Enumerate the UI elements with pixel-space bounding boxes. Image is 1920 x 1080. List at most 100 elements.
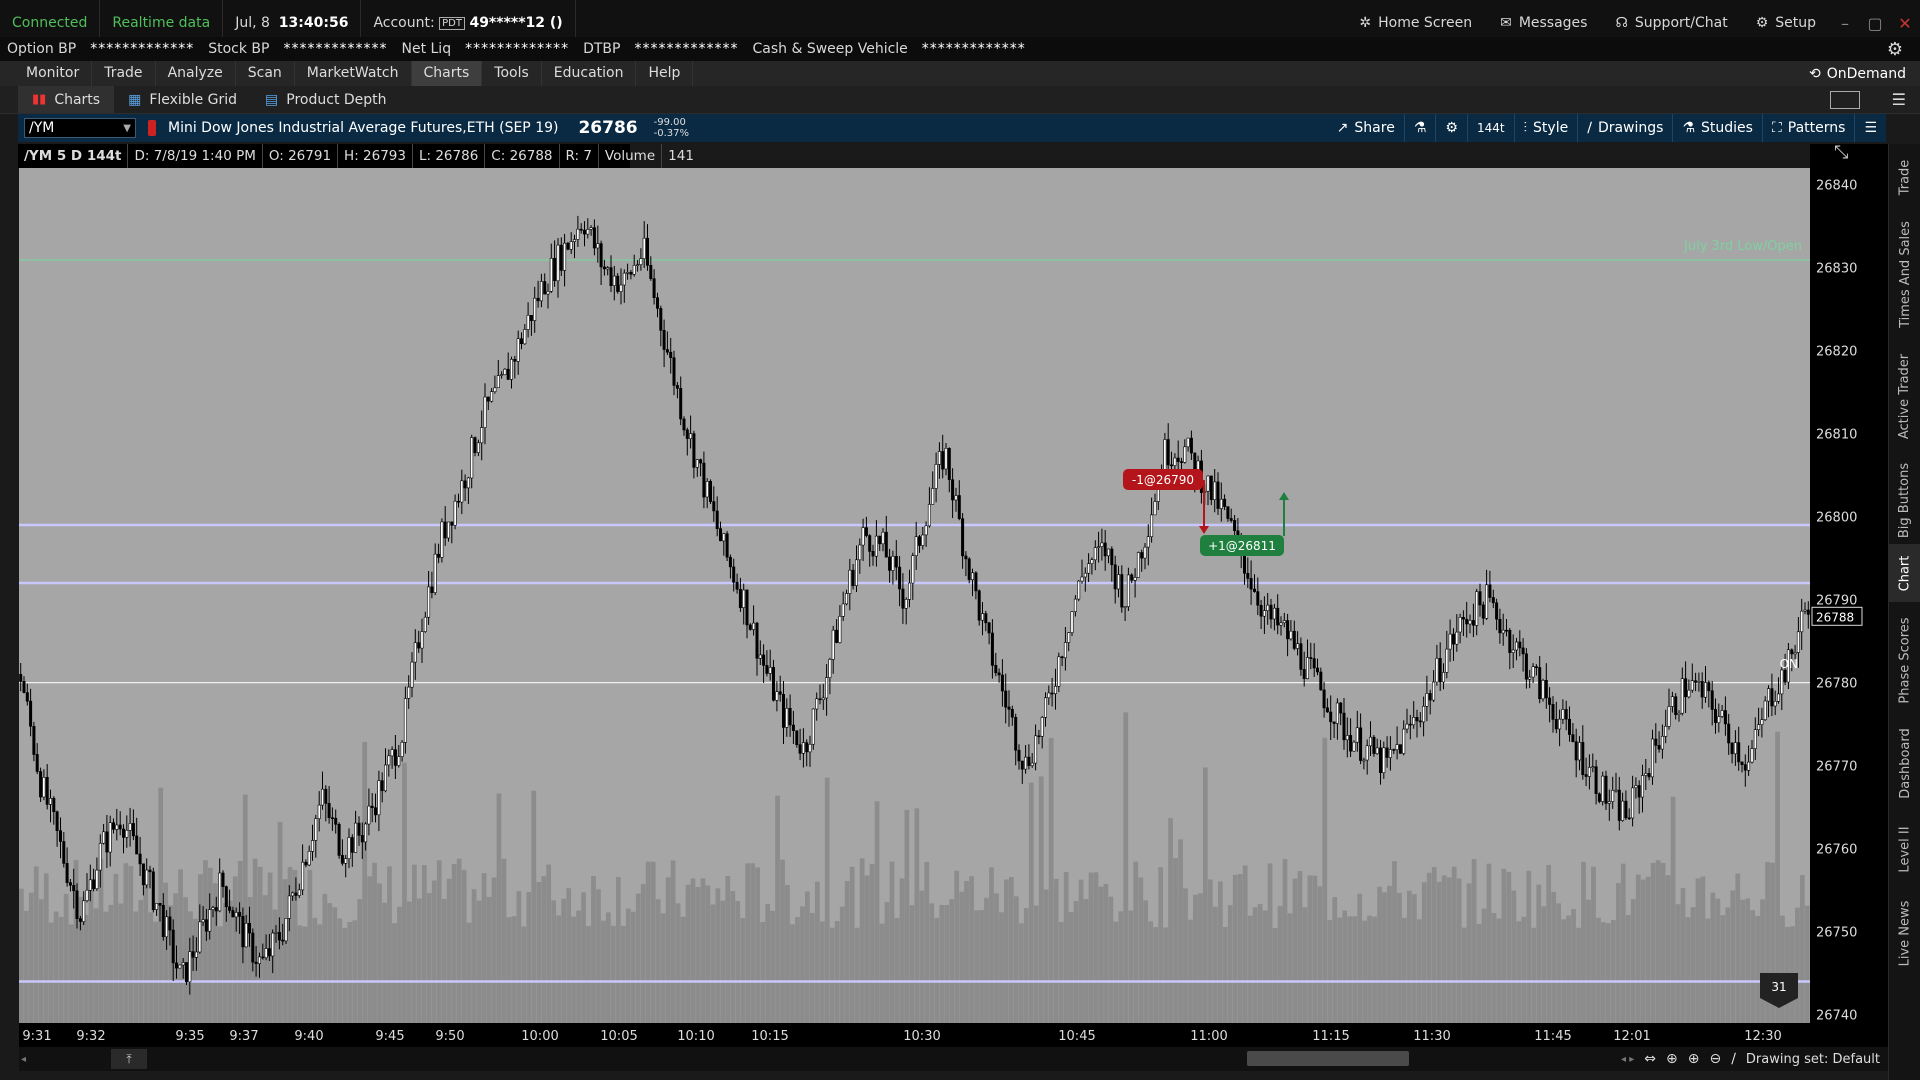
drawing-set-label[interactable]: Drawing set: Default	[1746, 1052, 1880, 1067]
menu-marketwatch[interactable]: MarketWatch	[295, 61, 412, 86]
buy-arrow-head	[1279, 492, 1289, 500]
candle-body	[437, 553, 441, 558]
scroll-arrows-icon[interactable]: ◂ ▸	[1621, 1054, 1634, 1065]
side-tab-live-news[interactable]: Live News	[1889, 888, 1920, 978]
menu-education[interactable]: Education	[542, 61, 637, 86]
scroll-left-arrow[interactable]: ◂	[21, 1054, 26, 1065]
minimize-button[interactable]: –	[1830, 14, 1860, 33]
close-window-button[interactable]: ✕	[1890, 14, 1920, 33]
side-tab-times-and-sales[interactable]: Times And Sales	[1889, 212, 1920, 336]
studies-menu[interactable]: ⚗ Studies	[1672, 114, 1762, 142]
candle-body	[258, 956, 262, 964]
side-tab-trade[interactable]: Trade	[1889, 150, 1920, 204]
candle-body	[1110, 548, 1114, 566]
menu-help[interactable]: Help	[636, 61, 694, 86]
aggregation-selector[interactable]: 144t	[1466, 114, 1514, 142]
candle-body	[768, 667, 772, 674]
candle-body	[1714, 709, 1718, 723]
candle-body	[1276, 607, 1280, 626]
horizontal-scrollbar[interactable]	[1247, 1051, 1409, 1066]
time-tick-label: 9:45	[375, 1029, 404, 1044]
candle-body	[344, 858, 348, 864]
expand-panel-button[interactable]: ⤒	[111, 1049, 147, 1069]
subtab-charts[interactable]: ▮▮ Charts	[18, 86, 115, 113]
volume-bar	[143, 882, 149, 1023]
volume-bar	[1103, 883, 1109, 1023]
candle-body	[1528, 676, 1532, 680]
volume-bar	[874, 801, 880, 1023]
candle-body	[1296, 643, 1300, 649]
list-menu-icon[interactable]: ☰	[1892, 90, 1906, 109]
candle-body	[1223, 498, 1227, 507]
ondemand-button[interactable]: ⟲ OnDemand	[1809, 66, 1906, 82]
side-tab-big-buttons[interactable]: Big Buttons	[1889, 452, 1920, 548]
candle-body	[1793, 652, 1797, 655]
layout-icon[interactable]	[1830, 90, 1860, 109]
menu-scan[interactable]: Scan	[236, 61, 295, 86]
maximize-button[interactable]: ▢	[1860, 14, 1890, 33]
time-axis[interactable]: 9:31 9:32 9:35 9:37 9:40 9:45 9:50 10:00 10:05 10…	[19, 1023, 1888, 1047]
menu-analyze[interactable]: Analyze	[156, 61, 236, 86]
candle-body	[1123, 606, 1127, 608]
side-tab-active-trader[interactable]: Active Trader	[1889, 344, 1920, 448]
share-icon: ↗	[1336, 120, 1349, 136]
volume-bar	[715, 888, 721, 1023]
candle-body	[1233, 520, 1237, 531]
candle-body	[1465, 618, 1469, 625]
symbol-selector[interactable]: /YM ▼	[24, 118, 136, 138]
flask-button[interactable]: ⚗	[1403, 114, 1436, 142]
volume-bar	[68, 924, 74, 1023]
share-button[interactable]: ↗ Share	[1328, 114, 1404, 142]
style-menu[interactable]: ⫶ Style	[1513, 114, 1578, 142]
drawings-menu[interactable]: ∕ Drawings	[1577, 114, 1672, 142]
fit-width-icon[interactable]: ⇔	[1644, 1051, 1656, 1067]
side-tab-level-ii[interactable]: Level II	[1889, 812, 1920, 886]
price-axis[interactable]: ⤡ 26840 26830 26820 26810 26800 26790 26780 2677…	[1810, 142, 1888, 1024]
volume-bar	[1645, 876, 1651, 1023]
volume-bar	[312, 917, 318, 1023]
settings-gear-icon[interactable]: ⚙	[1880, 39, 1910, 60]
candle-body	[1753, 729, 1757, 749]
candle-body	[1690, 680, 1694, 691]
menu-monitor[interactable]: Monitor	[14, 61, 93, 86]
candle-body	[1531, 666, 1535, 678]
candle-body	[1571, 734, 1575, 742]
candle-body	[785, 707, 789, 728]
subtab-flexible-grid[interactable]: ▦ Flexible Grid	[114, 86, 251, 113]
volume-bar	[630, 911, 636, 1023]
crosshair-icon[interactable]: ⊕	[1666, 1051, 1678, 1067]
volume-bar	[1650, 862, 1656, 1023]
bar-close: C: 26788	[485, 144, 560, 168]
volume-bar	[118, 903, 124, 1023]
volume-bar	[1213, 906, 1218, 1023]
header-list-icon[interactable]: ☰	[1854, 114, 1886, 142]
volume-bar	[546, 864, 552, 1023]
zoom-out-icon[interactable]: ⊖	[1709, 1051, 1721, 1067]
menu-charts[interactable]: Charts	[411, 61, 483, 86]
volume-bar	[138, 899, 144, 1023]
volume-bar	[63, 893, 69, 1023]
side-tab-phase-scores[interactable]: Phase Scores	[1889, 608, 1920, 712]
buy-tag-label: +1@26811	[1208, 539, 1276, 553]
candle-body	[1617, 789, 1621, 821]
candle-body	[330, 817, 334, 820]
chart-settings-button[interactable]: ⚙	[1435, 114, 1467, 142]
volume-bar	[650, 861, 656, 1023]
menu-trade[interactable]: Trade	[92, 61, 156, 86]
candle-body	[1445, 648, 1449, 673]
bar-high: H: 26793	[338, 144, 413, 168]
volume-bar	[1407, 890, 1412, 1023]
patterns-menu[interactable]: ⛶ Patterns	[1761, 114, 1854, 142]
volume-bar	[1491, 913, 1497, 1023]
symbol-flag-icon[interactable]	[148, 120, 156, 136]
drawing-tool-icon[interactable]: ∕	[1731, 1051, 1736, 1067]
menu-tools[interactable]: Tools	[482, 61, 542, 86]
candle-body	[513, 359, 517, 362]
volume-value: 141	[668, 148, 694, 164]
chart-plot[interactable]: July 3rd Low/Open -1@26790 +1@26811 ON 31	[19, 168, 1810, 1023]
subtab-product-depth[interactable]: ▤ Product Depth	[251, 86, 400, 113]
zoom-in-icon[interactable]: ⊕	[1688, 1051, 1700, 1067]
time-tick-label: 12:01	[1613, 1029, 1650, 1044]
side-tab-dashboard[interactable]: Dashboard	[1889, 716, 1920, 810]
side-tab-chart[interactable]: Chart	[1889, 544, 1920, 602]
